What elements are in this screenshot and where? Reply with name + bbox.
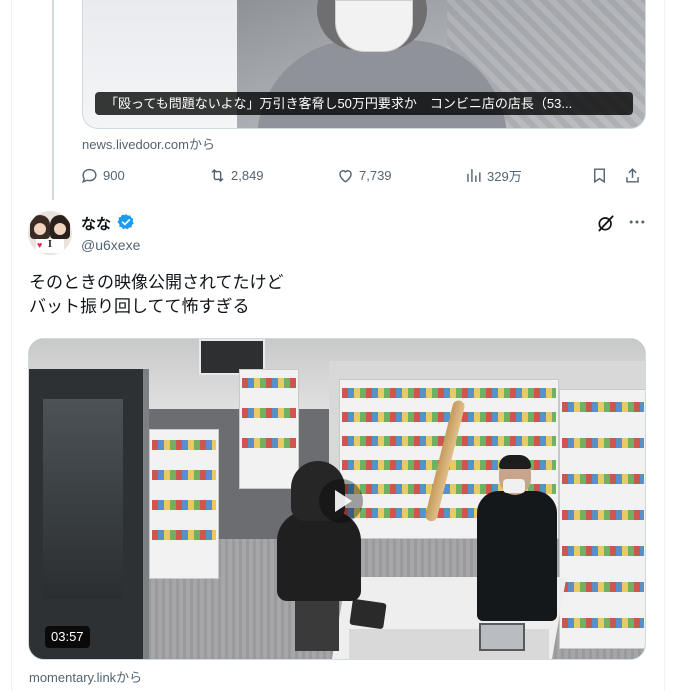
tweet-text: そのときの映像公開されてたけど バット振り回してて怖すぎる (29, 271, 284, 319)
video-scene-shelf (559, 389, 645, 649)
video-source[interactable]: momentary.linkから (29, 667, 142, 686)
verified-badge-icon (117, 214, 134, 230)
card-image-person-mask (335, 0, 413, 52)
retweet-count: 2,849 (231, 167, 264, 183)
video-scene-clerk (477, 455, 557, 627)
avatar[interactable]: ♥ I (28, 211, 72, 255)
views-icon (467, 168, 481, 182)
link-card-source[interactable]: news.livedoor.comから (82, 134, 215, 153)
share-icon (626, 167, 639, 183)
video-scene-card-machine (479, 623, 525, 651)
tweet-action-bar: 900 2,849 7,739 329万 (78, 162, 648, 188)
retweet-button[interactable]: 2,849 (208, 162, 264, 188)
avatar-face-left (34, 223, 46, 235)
like-count: 7,739 (359, 167, 392, 183)
more-icon[interactable] (627, 212, 647, 232)
reply-icon (82, 168, 97, 183)
video-scene-shelf (149, 429, 219, 579)
tweet-text-line-2: バット振り回してて怖すぎる (29, 297, 250, 316)
timeline-border-left (11, 0, 12, 691)
avatar-heart-icon: ♥ (37, 240, 43, 250)
reply-count: 900 (103, 167, 125, 183)
display-name[interactable]: なな (81, 213, 111, 234)
timeline-border-right (664, 0, 665, 691)
user-handle[interactable]: @u6xexe (81, 237, 140, 253)
share-button[interactable] (623, 162, 642, 188)
video-duration: 03:57 (45, 626, 90, 648)
views-button[interactable]: 329万 (464, 162, 522, 188)
bookmark-button[interactable] (590, 162, 609, 188)
bookmark-icon (594, 167, 605, 183)
link-card-title: 「殴っても問題ないよな」万引き客脅し50万円要求か コンビニ店の店長（53... (95, 92, 633, 115)
reply-button[interactable]: 900 (80, 162, 125, 188)
like-button[interactable]: 7,739 (336, 162, 392, 188)
grok-icon[interactable] (596, 213, 616, 233)
video-scene-door-glass (43, 399, 123, 599)
avatar-face-right (54, 223, 66, 235)
retweet-icon (211, 168, 224, 182)
video-player[interactable]: 03:57 (28, 338, 646, 660)
link-card-media[interactable]: 「殴っても問題ないよな」万引き客脅し50万円要求か コンビニ店の店長（53... (82, 0, 646, 129)
play-icon (335, 490, 352, 512)
view-count: 329万 (487, 168, 522, 184)
avatar-letter-icon: I (48, 239, 52, 250)
thread-connector-line (52, 0, 54, 200)
tweet-text-line-1: そのときの映像公開されてたけど (29, 273, 284, 292)
like-icon (339, 169, 352, 183)
